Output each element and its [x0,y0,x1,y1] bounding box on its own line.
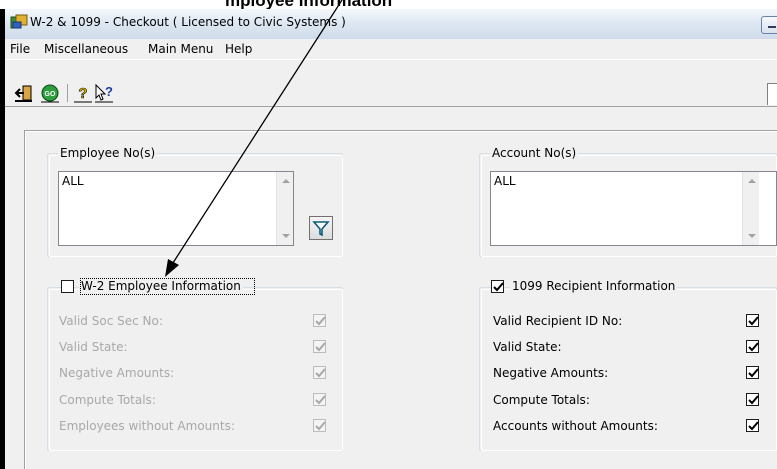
annotation-arrow [165,0,343,277]
